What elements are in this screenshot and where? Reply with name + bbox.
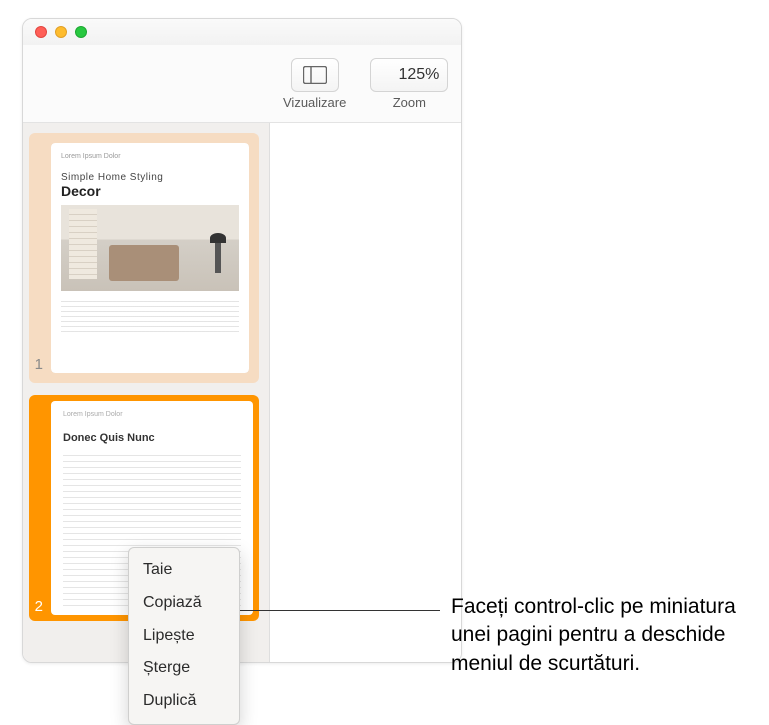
view-tool-group: Vizualizare: [283, 58, 346, 110]
thumb-heading-1: Simple Home Styling: [61, 172, 239, 183]
page-thumbnail-1[interactable]: 1 Lorem Ipsum Dolor Simple Home Styling …: [29, 133, 259, 383]
menu-item-cut[interactable]: Taie: [129, 554, 239, 587]
fullscreen-window-button[interactable]: [75, 26, 87, 38]
thumb-preheader: Lorem Ipsum Dolor: [61, 153, 239, 160]
thumbnail-page: Lorem Ipsum Dolor Simple Home Styling De…: [51, 143, 249, 373]
document-canvas[interactable]: [270, 123, 461, 662]
page-number: 1: [29, 356, 51, 373]
zoom-tool-group: 125% Zoom: [370, 58, 448, 110]
menu-item-paste[interactable]: Lipește: [129, 620, 239, 653]
content-row: 1 Lorem Ipsum Dolor Simple Home Styling …: [23, 123, 461, 662]
callout-text: Faceți control-clic pe miniatura unei pa…: [451, 593, 761, 678]
view-label: Vizualizare: [283, 95, 346, 110]
sidebar-icon: [303, 66, 327, 84]
minimize-window-button[interactable]: [55, 26, 67, 38]
app-window: Vizualizare 125% Zoom 1 Lorem Ipsum Dolo…: [22, 18, 462, 663]
view-button[interactable]: [291, 58, 339, 92]
thumb-body-text: [61, 297, 239, 333]
page-number: 2: [29, 598, 51, 615]
thumb-preheader: Lorem Ipsum Dolor: [63, 411, 241, 418]
zoom-value: 125%: [398, 66, 439, 84]
toolbar: Vizualizare 125% Zoom: [23, 45, 461, 123]
thumb-image: [61, 205, 239, 291]
menu-item-duplicate[interactable]: Duplică: [129, 685, 239, 718]
thumb-heading-2: Decor: [61, 183, 239, 199]
zoom-select[interactable]: 125%: [370, 58, 448, 92]
menu-item-copy[interactable]: Copiază: [129, 587, 239, 620]
callout-leader-line: [224, 610, 440, 611]
context-menu: Taie Copiază Lipește Șterge Duplică: [128, 547, 240, 725]
close-window-button[interactable]: [35, 26, 47, 38]
zoom-label: Zoom: [393, 95, 426, 110]
thumb-heading: Donec Quis Nunc: [63, 432, 241, 444]
titlebar: [23, 19, 461, 45]
menu-item-delete[interactable]: Șterge: [129, 652, 239, 685]
